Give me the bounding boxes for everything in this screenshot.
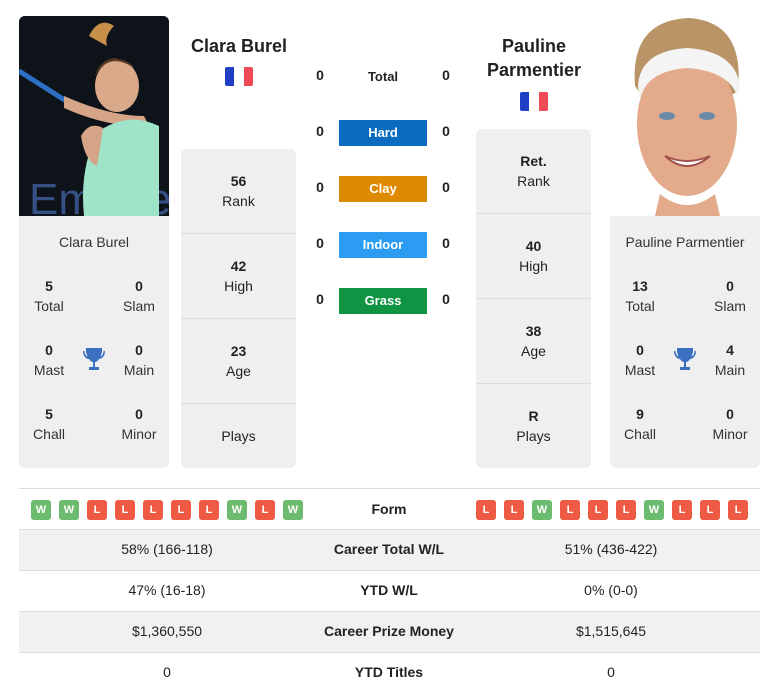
player2-slam-titles: 0 Slam: [714, 278, 746, 314]
player2-chall-titles: 9 Chall: [624, 406, 656, 442]
player2-value: $1,515,645: [575, 623, 647, 639]
player2-minor-titles: 0 Minor: [712, 406, 748, 442]
form-loss-badge[interactable]: L: [143, 500, 163, 520]
h2h-p2-value: 0: [442, 235, 450, 251]
player2-photo: [610, 16, 760, 216]
form-label: Form: [371, 501, 407, 517]
row-label: YTD Titles: [354, 664, 424, 680]
player2-value: 0% (0-0): [584, 582, 638, 598]
player2-age: 38 Age: [476, 299, 591, 384]
form-loss-badge[interactable]: L: [560, 500, 580, 520]
form-loss-badge[interactable]: L: [700, 500, 720, 520]
player2-mast-titles: 0 Mast: [624, 342, 656, 378]
form-loss-badge[interactable]: L: [115, 500, 135, 520]
form-loss-badge[interactable]: L: [87, 500, 107, 520]
h2h-row-grass: 0 Grass 0: [305, 288, 465, 314]
player1-minor-titles: 0 Minor: [121, 406, 157, 442]
player2-titles-card: Pauline Parmentier 13 Total 0 Slam 0 Mast 4…: [610, 216, 760, 468]
player2-card-name: Pauline Parmentier: [625, 234, 745, 250]
player1-info-card: 56 Rank 42 High 23 Age Plays: [181, 149, 296, 468]
comparison-row-career-wl: 58% (166-118) Career Total W/L 51% (436-…: [19, 530, 760, 571]
form-loss-badge[interactable]: L: [199, 500, 219, 520]
h2h-p1-value: 0: [316, 179, 324, 195]
player1-card-name: Clara Burel: [58, 234, 130, 250]
divider: [19, 488, 760, 489]
form-loss-badge[interactable]: L: [476, 500, 496, 520]
row-label: YTD W/L: [360, 582, 418, 598]
player1-photo: Em e: [19, 16, 169, 216]
france-flag-icon: [225, 67, 253, 86]
h2h-p1-value: 0: [316, 291, 324, 307]
player1-titles-card: Clara Burel 5 Total 0 Slam 0 Mast 0 Main 5 Ch…: [19, 216, 169, 468]
form-loss-badge[interactable]: L: [255, 500, 275, 520]
h2h-row-hard: 0 Hard 0: [305, 120, 465, 146]
form-win-badge[interactable]: W: [31, 500, 51, 520]
surface-label-total: Total: [367, 69, 399, 84]
player1-mast-titles: 0 Mast: [33, 342, 65, 378]
player2-value: 51% (436-422): [564, 541, 658, 557]
trophy-icon: [673, 346, 697, 372]
h2h-p2-value: 0: [442, 179, 450, 195]
player2-total-titles: 13 Total: [625, 278, 655, 314]
form-loss-badge[interactable]: L: [728, 500, 748, 520]
form-win-badge[interactable]: W: [644, 500, 664, 520]
player2-value: 0: [607, 664, 615, 680]
trophy-icon: [82, 346, 106, 372]
comparison-row-ytd-titles: 0 YTD Titles 0: [19, 653, 760, 694]
player2-name-line2: Parmentier: [486, 60, 582, 80]
player1-high: 42 High: [181, 234, 296, 319]
h2h-p2-value: 0: [442, 67, 450, 83]
h2h-p2-value: 0: [442, 123, 450, 139]
player1-value: 58% (166-118): [121, 541, 213, 557]
h2h-p1-value: 0: [316, 67, 324, 83]
player2-high: 40 High: [476, 214, 591, 299]
player1-chall-titles: 5 Chall: [33, 406, 65, 442]
surface-badge-clay[interactable]: Clay: [339, 176, 427, 202]
form-win-badge[interactable]: W: [227, 500, 247, 520]
surface-badge-indoor[interactable]: Indoor: [339, 232, 427, 258]
form-row: WWLLLLLWLW Form LLWLLLWLLL: [19, 490, 760, 530]
player1-main-titles: 0 Main: [123, 342, 155, 378]
player1-age: 23 Age: [181, 319, 296, 404]
player2-rank: Ret. Rank: [476, 129, 591, 214]
player2-name-line1: Pauline: [501, 36, 567, 56]
player1-value: 0: [163, 664, 171, 680]
surface-badge-hard[interactable]: Hard: [339, 120, 427, 146]
form-win-badge[interactable]: W: [283, 500, 303, 520]
player2-name[interactable]: Pauline Parmentier: [474, 34, 594, 82]
form-loss-badge[interactable]: L: [616, 500, 636, 520]
comparison-row-ytd-wl: 47% (16-18) YTD W/L 0% (0-0): [19, 571, 760, 612]
player2-info-card: Ret. Rank 40 High 38 Age R Plays: [476, 129, 591, 468]
form-win-badge[interactable]: W: [59, 500, 79, 520]
form-win-badge[interactable]: W: [532, 500, 552, 520]
form-loss-badge[interactable]: L: [588, 500, 608, 520]
player1-rank: 56 Rank: [181, 149, 296, 234]
row-label: Career Prize Money: [324, 623, 454, 639]
h2h-row-indoor: 0 Indoor 0: [305, 232, 465, 258]
form-loss-badge[interactable]: L: [672, 500, 692, 520]
player1-plays: Plays: [221, 428, 256, 444]
player1-total-titles: 5 Total: [34, 278, 64, 314]
france-flag-icon: [520, 92, 548, 111]
player1-slam-titles: 0 Slam: [123, 278, 155, 314]
h2h-p1-value: 0: [316, 235, 324, 251]
h2h-row-clay: 0 Clay 0: [305, 176, 465, 202]
h2h-p2-value: 0: [442, 291, 450, 307]
player2-plays: R Plays: [516, 408, 551, 444]
player1-name[interactable]: Clara Burel: [180, 34, 298, 58]
row-label: Career Total W/L: [333, 541, 445, 557]
form-loss-badge[interactable]: L: [171, 500, 191, 520]
h2h-p1-value: 0: [316, 123, 324, 139]
player1-value: 47% (16-18): [128, 582, 206, 598]
surface-badge-grass[interactable]: Grass: [339, 288, 427, 314]
comparison-row-prize-money: $1,360,550 Career Prize Money $1,515,645: [19, 612, 760, 653]
form-loss-badge[interactable]: L: [504, 500, 524, 520]
player1-value: $1,360,550: [131, 623, 203, 639]
h2h-row-total: 0 Total 0: [305, 64, 465, 90]
player2-main-titles: 4 Main: [714, 342, 746, 378]
